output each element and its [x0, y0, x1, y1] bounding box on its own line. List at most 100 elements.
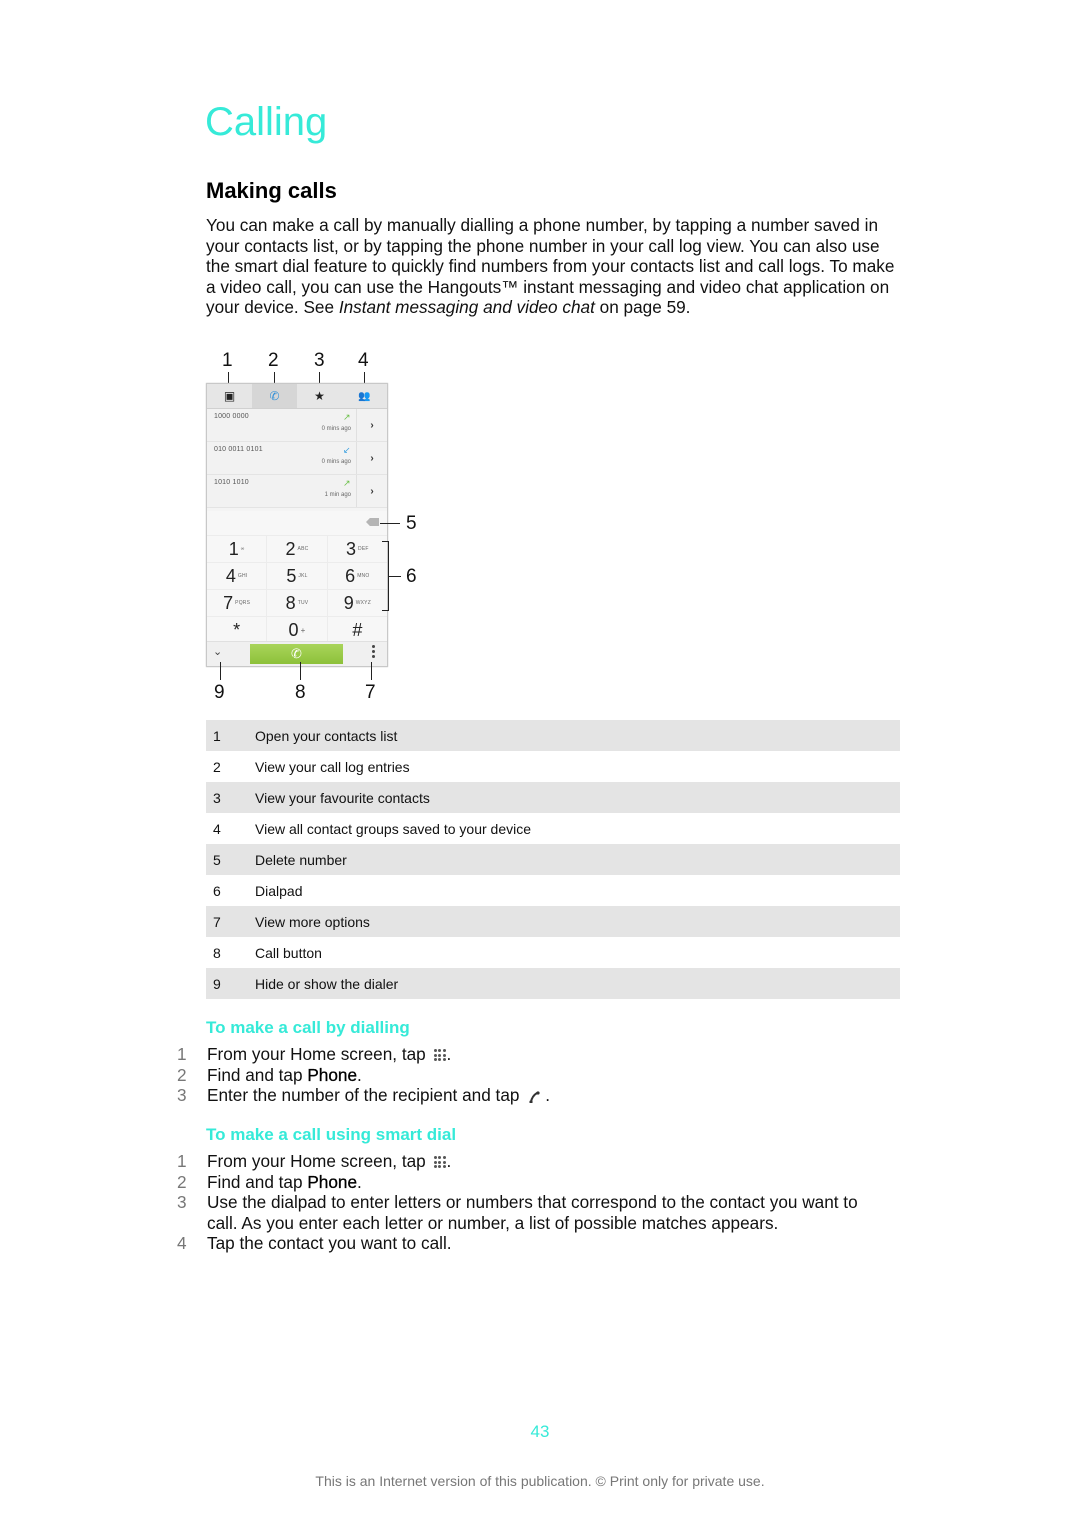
procedure-step: 4 Tap the contact you want to call.	[176, 1233, 876, 1254]
key-digit: 4	[225, 565, 236, 586]
key-letters: DEF	[358, 546, 369, 552]
key-letters: TUV	[297, 600, 309, 606]
apps-icon	[433, 1156, 446, 1169]
groups-icon: 👥	[358, 390, 371, 402]
incoming-call-icon: ↙	[343, 445, 351, 455]
cross-reference-link[interactable]: Instant messaging and video chat	[339, 297, 595, 317]
legend-description: Delete number	[255, 851, 347, 868]
step-number: 3	[177, 1085, 187, 1106]
backspace-icon[interactable]	[366, 518, 379, 526]
phone-icon	[529, 1091, 540, 1103]
phone-screen: ▣ ✆ ★ 👥 1000 0000 ↗ 0 mins ago › 010 001…	[206, 383, 388, 667]
key-digit: 8	[285, 592, 296, 613]
tab-contacts[interactable]: ▣	[207, 384, 252, 408]
step-number: 4	[177, 1233, 187, 1254]
procedure-title-dialling: To make a call by dialling	[206, 1018, 410, 1037]
call-button[interactable]: ✆	[250, 644, 343, 664]
dial-key-2[interactable]: 2 ABC	[267, 536, 328, 562]
tab-groups[interactable]: 👥	[342, 384, 387, 408]
key-digit: 7	[223, 592, 234, 613]
legend-number: 1	[213, 727, 221, 744]
callout-bracket-6-bottom	[382, 610, 389, 611]
legend-description: Open your contacts list	[255, 727, 398, 744]
app-name-phone: Phone	[307, 1064, 358, 1085]
legend-number: 6	[213, 882, 221, 899]
tab-call-log[interactable]: ✆	[252, 384, 297, 408]
chevron-down-icon[interactable]: ⌄	[213, 645, 222, 658]
legend-description: Dialpad	[255, 882, 303, 899]
procedure-steps-smart-dial: 1 From your Home screen, tap . 2 Find an…	[176, 1151, 876, 1254]
chevron-right-icon[interactable]: ›	[356, 442, 387, 474]
legend-number: 3	[213, 789, 221, 806]
step-number: 3	[177, 1192, 187, 1213]
apps-icon	[433, 1049, 446, 1062]
procedure-step: 2 Find and tap Phone.	[176, 1064, 876, 1086]
step-text-part: .	[357, 1171, 362, 1192]
intro-text-after: on page 59.	[594, 297, 691, 318]
callout-line-7	[371, 662, 372, 680]
call-log-row[interactable]: 1000 0000 ↗ 0 mins ago ›	[207, 409, 387, 442]
key-letters: WXYZ	[355, 600, 371, 606]
dial-key-5[interactable]: 5 JKL	[267, 563, 328, 589]
dial-key-hash[interactable]: #	[328, 617, 387, 643]
procedure-step: 1 From your Home screen, tap .	[176, 1151, 876, 1172]
step-text: Find and tap Phone.	[207, 1171, 876, 1193]
dial-key-4[interactable]: 4 GHI	[207, 563, 268, 589]
callout-3: 3	[314, 350, 325, 371]
call-log-row[interactable]: 1010 1010 ↗ 1 min ago ›	[207, 475, 387, 508]
call-log-time: 0 mins ago	[321, 426, 351, 432]
chevron-right-icon[interactable]: ›	[356, 409, 387, 441]
key-digit: *	[233, 619, 241, 640]
step-number: 2	[177, 1064, 187, 1085]
dial-key-star[interactable]: *	[207, 617, 268, 643]
procedure-step: 1 From your Home screen, tap .	[176, 1044, 876, 1065]
step-text: From your Home screen, tap .	[207, 1044, 876, 1065]
intro-paragraph: You can make a call by manually dialling…	[206, 215, 906, 318]
dial-key-3[interactable]: 3 DEF	[328, 536, 387, 562]
phone-icon: ✆	[269, 389, 280, 403]
callout-8: 8	[295, 682, 306, 703]
outgoing-call-icon: ↗	[343, 412, 351, 422]
dialer-tabs: ▣ ✆ ★ 👥	[207, 384, 387, 409]
tab-favourites[interactable]: ★	[297, 384, 342, 408]
callout-1: 1	[222, 350, 233, 371]
key-digit: 2	[285, 538, 296, 559]
dial-key-1[interactable]: 1 ∞	[207, 536, 268, 562]
call-log-time: 1 min ago	[324, 492, 351, 498]
key-letters: +	[300, 625, 306, 635]
step-text: Use the dialpad to enter letters or numb…	[207, 1192, 858, 1233]
legend-number: 9	[213, 975, 221, 992]
footer-notice: This is an Internet version of this publ…	[315, 1473, 765, 1489]
step-text-part: From your Home screen, tap	[207, 1151, 431, 1171]
page-number: 43	[530, 1422, 550, 1441]
chapter-title: Calling	[205, 100, 328, 144]
chevron-right-icon[interactable]: ›	[356, 475, 387, 507]
dial-key-9[interactable]: 9 WXYZ	[328, 590, 387, 616]
section-title: Making calls	[206, 178, 337, 203]
step-text: Tap the contact you want to call.	[207, 1233, 452, 1254]
legend-number: 7	[213, 913, 221, 930]
legend-row: 3 View your favourite contacts	[206, 782, 900, 813]
legend-row: 8 Call button	[206, 937, 900, 968]
call-log-time: 0 mins ago	[321, 459, 351, 465]
key-letters: ABC	[297, 546, 309, 552]
dial-key-0[interactable]: 0 +	[267, 617, 328, 643]
call-log-row[interactable]: 010 0011 0101 ↙ 0 mins ago ›	[207, 442, 387, 475]
more-options-icon[interactable]	[372, 645, 375, 658]
key-digit: 5	[286, 565, 297, 586]
legend-row: 7 View more options	[206, 906, 900, 937]
outgoing-call-icon: ↗	[343, 478, 351, 488]
legend-row: 5 Delete number	[206, 844, 900, 875]
legend-description: View your favourite contacts	[255, 789, 430, 806]
contacts-icon: ▣	[223, 389, 236, 403]
dial-key-8[interactable]: 8 TUV	[267, 590, 328, 616]
step-text: From your Home screen, tap .	[207, 1151, 876, 1172]
callout-4: 4	[358, 350, 369, 371]
dial-key-6[interactable]: 6 MNO	[328, 563, 387, 589]
key-letters: JKL	[298, 573, 308, 579]
legend-description: View more options	[255, 913, 370, 930]
legend-number: 2	[213, 758, 221, 775]
dial-key-7[interactable]: 7 PQRS	[207, 590, 268, 616]
procedure-steps-dialling: 1 From your Home screen, tap . 2 Find an…	[176, 1044, 876, 1106]
legend-row: 1 Open your contacts list	[206, 720, 900, 751]
